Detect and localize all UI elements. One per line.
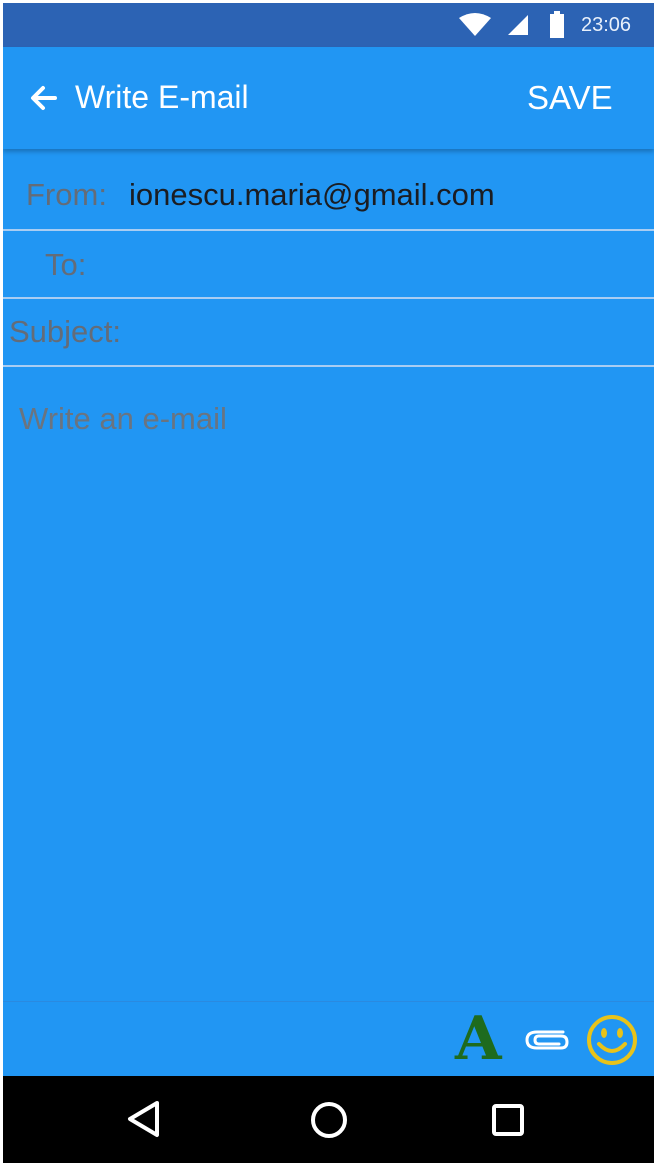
page-title: Write E-mail [75, 79, 249, 115]
nav-back-icon[interactable] [125, 1100, 161, 1138]
system-nav-bar [3, 1076, 654, 1163]
cell-signal-icon [508, 15, 528, 35]
nav-home-icon[interactable] [309, 1100, 349, 1140]
smiley-icon[interactable] [586, 1014, 638, 1066]
paperclip-icon[interactable] [523, 1022, 571, 1056]
status-bar: 23:06 [3, 3, 654, 47]
status-time: 23:06 [581, 14, 632, 36]
from-value[interactable]: ionescu.maria@gmail.com [129, 177, 495, 213]
email-body-placeholder: Write an e-mail [19, 401, 227, 436]
subject-input[interactable] [133, 299, 654, 365]
subject-field: Subject: [3, 299, 654, 367]
compose-toolbar: A [3, 1001, 654, 1077]
nav-recents-icon[interactable] [491, 1103, 525, 1137]
wifi-icon [459, 13, 491, 36]
compose-screen: 23:06 Write E-mail SAVE From: ionescu.ma… [3, 3, 654, 1163]
from-field: From: ionescu.maria@gmail.com [3, 149, 654, 231]
email-body-input[interactable]: Write an e-mail [3, 367, 654, 1001]
save-button[interactable]: SAVE [527, 79, 613, 117]
app-bar: Write E-mail SAVE [3, 47, 654, 149]
to-field: To: [3, 231, 654, 299]
from-label: From: [26, 177, 107, 212]
subject-label: Subject: [9, 314, 122, 349]
battery-icon [550, 11, 564, 38]
to-input[interactable] [103, 231, 654, 297]
text-format-icon[interactable]: A [455, 1006, 502, 1072]
to-label: To: [45, 247, 87, 282]
arrow-left-icon[interactable] [29, 84, 57, 112]
